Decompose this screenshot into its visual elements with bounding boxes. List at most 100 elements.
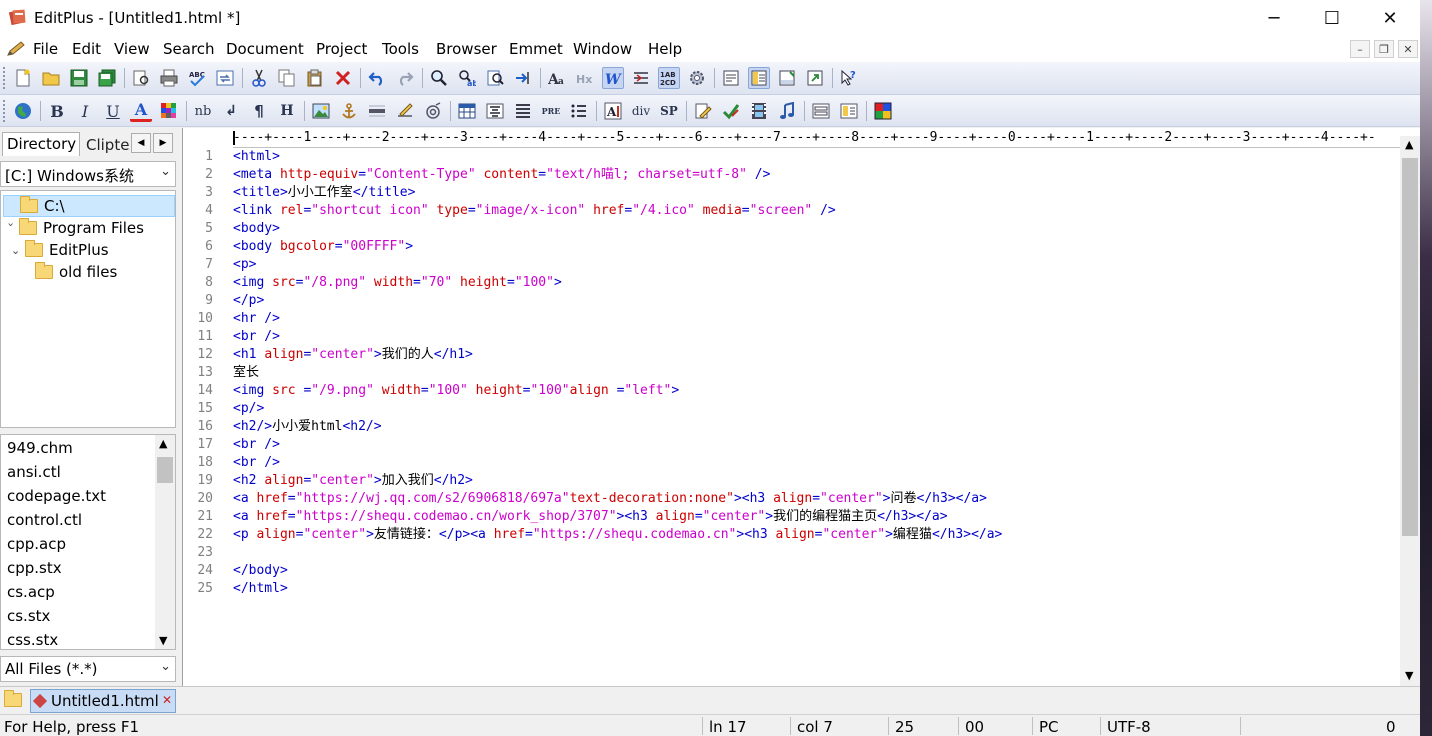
goto-line-button[interactable] (512, 67, 534, 89)
tab-cliptext[interactable]: Cliptext (82, 134, 130, 156)
code-line[interactable]: <p align="center">友情链接：</p><a href="http… (233, 526, 1002, 544)
code-line[interactable]: <a href="https://shequ.codemao.cn/work_s… (233, 508, 948, 526)
pre-tag-button[interactable]: PRE (540, 100, 562, 122)
cut-button[interactable] (248, 67, 270, 89)
menu-project[interactable]: Project (316, 40, 367, 58)
chevron-down-icon[interactable]: ⌄ (11, 244, 23, 257)
insert-link-button[interactable] (422, 100, 444, 122)
insert-frame-button[interactable] (838, 100, 860, 122)
code-line[interactable]: <img src ="/9.png" width="100" height="1… (233, 382, 679, 400)
code-line[interactable]: <hr /> (233, 310, 280, 328)
color-palette-button[interactable] (158, 100, 180, 122)
menu-tools[interactable]: Tools (382, 40, 419, 58)
code-line[interactable]: <h2 align="center">加入我们</h2> (233, 472, 473, 490)
directory-window-button[interactable] (748, 67, 770, 89)
code-line[interactable]: <p/> (233, 400, 264, 418)
status-column[interactable]: col 7 (797, 718, 833, 736)
menu-search[interactable]: Search (163, 40, 215, 58)
scroll-down-icon[interactable]: ▼ (1405, 669, 1413, 682)
list-item[interactable]: cpp.stx (7, 559, 62, 577)
redo-button[interactable] (394, 67, 416, 89)
menu-window[interactable]: Window (573, 40, 632, 58)
minimize-button[interactable]: ─ (1245, 0, 1303, 36)
code-line[interactable]: <img src="/8.png" width="70" height="100… (233, 274, 562, 292)
list-item[interactable]: cs.stx (7, 607, 50, 625)
list-item[interactable]: css.stx (7, 631, 58, 649)
code-line[interactable]: </html> (233, 580, 288, 598)
insert-form-button[interactable] (810, 100, 832, 122)
insert-anchor-button[interactable] (338, 100, 360, 122)
bold-button[interactable]: B (46, 100, 68, 122)
line-number-button[interactable]: 1AB 2CD (658, 67, 680, 89)
insert-video-button[interactable] (748, 100, 770, 122)
horizontal-rule-button[interactable] (366, 100, 388, 122)
code-area[interactable]: <html> <meta http-equiv="Content-Type" co… (233, 148, 1401, 686)
open-file-button[interactable] (40, 67, 62, 89)
font-tag-button[interactable]: A (602, 100, 624, 122)
tab-scroll-right-button[interactable]: ▶ (153, 133, 173, 153)
menu-document[interactable]: Document (226, 40, 304, 58)
maximize-button[interactable]: ☐ (1303, 0, 1361, 36)
close-button[interactable]: ✕ (1361, 0, 1419, 36)
code-line[interactable]: <body> (233, 220, 280, 238)
tab-scroll-left-button[interactable]: ◀ (131, 133, 151, 153)
spell-check-button[interactable]: ABC (186, 67, 208, 89)
code-line[interactable]: <p> (233, 256, 256, 274)
find-button[interactable] (428, 67, 450, 89)
drive-dropdown[interactable]: [C:] Windows系统 ⌄ (0, 161, 176, 187)
font-color-button[interactable]: A (130, 100, 152, 122)
fullscreen-button[interactable] (804, 67, 826, 89)
code-line[interactable]: </body> (233, 562, 288, 580)
scroll-up-icon[interactable]: ▲ (1405, 138, 1413, 151)
hex-view-button[interactable]: Hx (574, 67, 596, 89)
code-line[interactable]: <a href="https://wj.qq.com/s2/6906818/69… (233, 490, 987, 508)
code-line[interactable]: <title>小小工作室</title> (233, 184, 415, 202)
align-center-button[interactable] (484, 100, 506, 122)
code-line[interactable]: <link rel="shortcut icon" type="image/x-… (233, 202, 836, 220)
new-file-button[interactable] (12, 67, 34, 89)
code-line[interactable]: <h2/>小小爱html<h2/> (233, 418, 382, 436)
menu-help[interactable]: Help (648, 40, 682, 58)
scroll-down-icon[interactable]: ▼ (159, 634, 167, 647)
folder-icon[interactable] (4, 690, 22, 707)
code-line[interactable]: <br /> (233, 328, 280, 346)
align-justify-button[interactable] (512, 100, 534, 122)
heading-button[interactable]: H (276, 100, 298, 122)
toolbar-grip[interactable] (3, 100, 7, 122)
menu-edit[interactable]: Edit (72, 40, 101, 58)
font-size-button[interactable]: Aa (546, 67, 568, 89)
delete-button[interactable] (332, 67, 354, 89)
insert-table-button[interactable] (456, 100, 478, 122)
div-tag-button[interactable]: div (630, 100, 652, 122)
context-help-button[interactable]: ? (838, 67, 860, 89)
html-toolbar-color-button[interactable] (872, 100, 894, 122)
menu-view[interactable]: View (114, 40, 150, 58)
editor-vertical-scrollbar[interactable]: ▲ ▼ (1400, 136, 1420, 686)
edit-tag-button[interactable] (692, 100, 714, 122)
line-break-button[interactable]: ↲ (220, 100, 242, 122)
tree-item-editplus[interactable]: ⌄ EditPlus (11, 239, 109, 261)
document-tab-untitled1[interactable]: Untitled1.html ✕ (30, 689, 176, 713)
word-wrap-button[interactable]: W (602, 67, 624, 89)
paste-button[interactable] (304, 67, 326, 89)
validate-button[interactable] (720, 100, 742, 122)
code-line[interactable]: <h1 align="center">我们的人</h1> (233, 346, 473, 364)
code-line[interactable]: <body bgcolor="00FFFF"> (233, 238, 413, 256)
span-tag-button[interactable]: SP (658, 100, 680, 122)
italic-button[interactable]: I (74, 100, 96, 122)
tree-item-old-files[interactable]: old files (35, 261, 117, 283)
scrollbar-thumb[interactable] (157, 457, 173, 483)
code-line[interactable]: <br /> (233, 436, 280, 454)
underline-button[interactable]: U (102, 100, 124, 122)
print-preview-button[interactable] (130, 67, 152, 89)
preferences-button[interactable] (686, 67, 708, 89)
status-line-ending[interactable]: PC (1039, 718, 1059, 736)
mdi-close-button[interactable]: ✕ (1398, 40, 1418, 58)
list-item[interactable]: ansi.ctl (7, 463, 61, 481)
browser-preview-button[interactable] (12, 100, 34, 122)
insert-comment-button[interactable] (394, 100, 416, 122)
output-window-button[interactable] (776, 67, 798, 89)
tab-directory[interactable]: Directory (2, 132, 80, 156)
status-line[interactable]: ln 17 (709, 718, 747, 736)
menu-emmet[interactable]: Emmet (509, 40, 563, 58)
